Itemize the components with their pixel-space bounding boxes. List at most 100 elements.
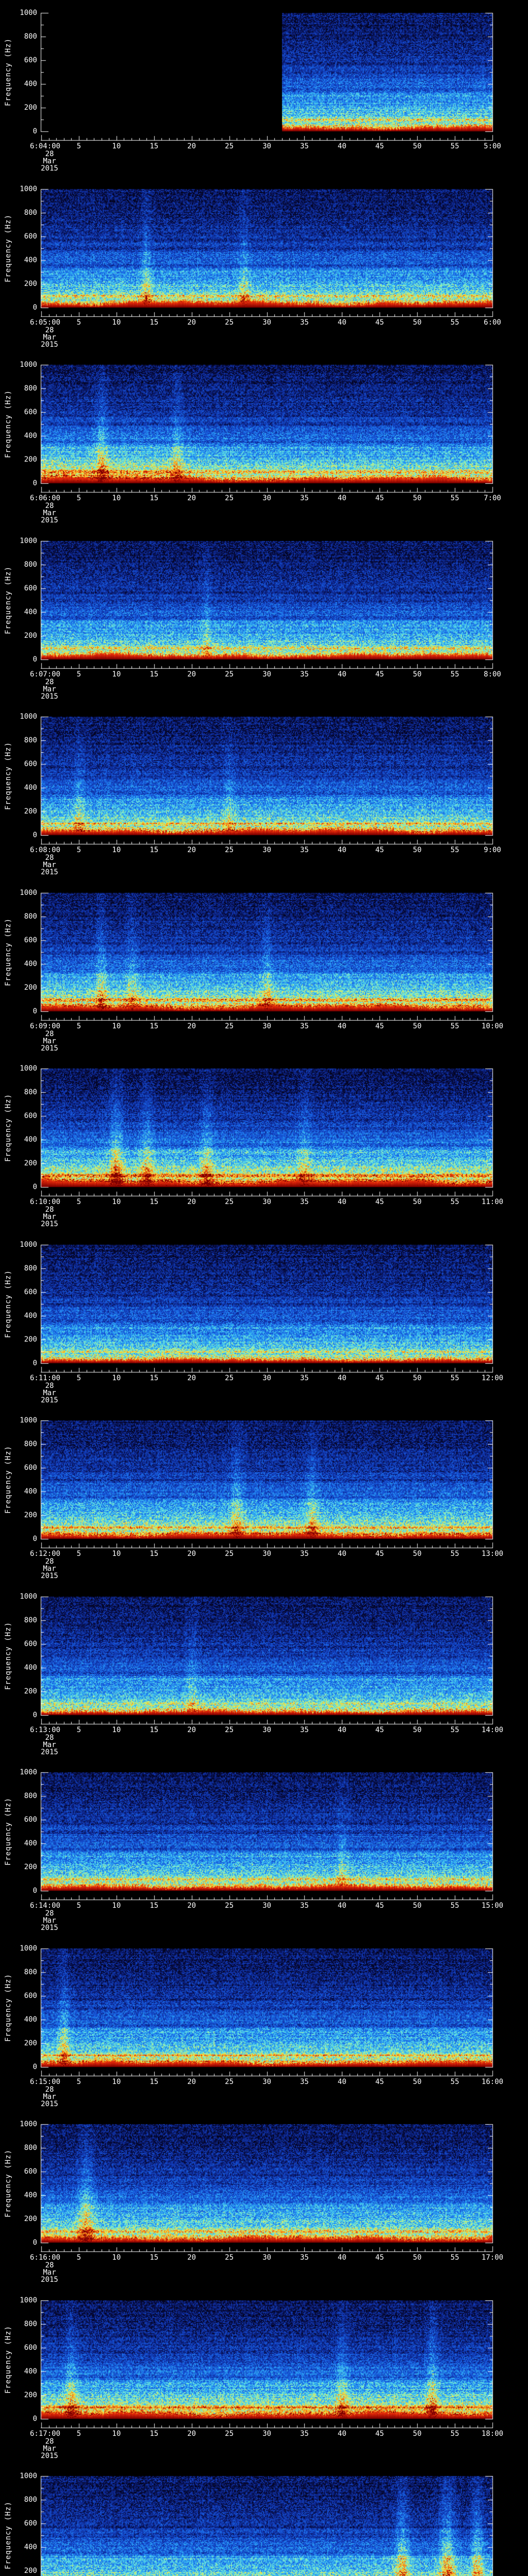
x-axis-date-year: 2015 [30, 869, 69, 876]
y-axis-tick-label: 0 [0, 2415, 37, 2422]
x-axis-tick-label: 30 [262, 846, 271, 854]
y-axis-tick-label: 800 [0, 209, 37, 216]
x-axis-end-time: 13:00 [482, 1550, 503, 1557]
x-axis-start-time: 6:08:00 [30, 846, 60, 854]
x-axis-tick-label: 20 [187, 1375, 196, 1382]
x-axis-end-time: 9:00 [484, 846, 501, 854]
x-axis-tick-label: 40 [338, 1023, 346, 1030]
x-axis-tick-label: 5 [77, 2254, 81, 2261]
y-axis-tick-label: 1000 [0, 2297, 37, 2304]
x-axis-tick-label: 55 [451, 1550, 459, 1557]
y-axis-tick-label: 600 [0, 1289, 37, 1296]
x-axis-tick-label: 55 [451, 143, 459, 150]
x-axis-tick-label: 15 [150, 2078, 158, 2086]
x-axis-tick-label: 35 [300, 846, 309, 854]
y-axis-tick-label: 600 [0, 1112, 37, 1120]
y-axis-tick-label: 600 [0, 585, 37, 592]
x-axis-tick-label: 25 [225, 1726, 234, 1734]
y-axis-title: Frequency (Hz) [4, 742, 12, 810]
x-axis-end-time: 14:00 [482, 1726, 503, 1734]
x-axis-tick-label: 45 [375, 1726, 384, 1734]
x-axis-tick-label: 50 [413, 671, 422, 678]
x-axis-tick-label: 15 [150, 1726, 158, 1734]
x-axis-tick-label: 25 [225, 2078, 234, 2086]
x-axis-tick-label: 25 [225, 143, 234, 150]
x-axis-date-year: 2015 [30, 1924, 69, 1931]
x-axis-start-time: 6:09:00 [30, 1023, 60, 1030]
x-axis-date-day: 28 [30, 150, 69, 158]
x-axis-start-time: 6:17:00 [30, 2430, 60, 2437]
x-axis-tick-label: 45 [375, 671, 384, 678]
y-axis-tick-label: 200 [0, 2215, 37, 2223]
x-axis-tick-label: 5 [77, 495, 81, 502]
y-axis-tick-label: 200 [0, 984, 37, 991]
x-axis-tick-label: 5 [77, 319, 81, 326]
y-axis-tick-label: 800 [0, 1089, 37, 1096]
y-axis-title: Frequency (Hz) [4, 2149, 12, 2217]
x-axis-date-day: 28 [30, 1558, 69, 1565]
x-axis-tick-label: 10 [112, 1198, 121, 1206]
y-axis-tick-label: 600 [0, 57, 37, 64]
x-axis-tick-label: 25 [225, 1550, 234, 1557]
x-axis-start-time: 6:13:00 [30, 1726, 60, 1734]
x-axis-start-time: 6:12:00 [30, 1550, 60, 1557]
x-axis-end-time: 8:00 [484, 671, 501, 678]
y-axis-tick-label: 800 [0, 385, 37, 392]
x-axis-tick-label: 15 [150, 1198, 158, 1206]
x-axis-tick-label: 25 [225, 1198, 234, 1206]
x-axis-tick-label: 30 [262, 143, 271, 150]
x-axis-date-year: 2015 [30, 2100, 69, 2108]
y-axis-tick-label: 800 [0, 1969, 37, 1976]
y-axis-tick-label: 800 [0, 737, 37, 744]
x-axis-tick-label: 55 [451, 2078, 459, 2086]
x-axis-start-time: 6:07:00 [30, 671, 60, 678]
y-axis-tick-label: 200 [0, 2567, 37, 2574]
x-axis-tick-label: 30 [262, 495, 271, 502]
y-axis-tick-label: 200 [0, 1336, 37, 1343]
x-axis-date-month: Mar [30, 510, 69, 517]
x-axis-tick-label: 5 [77, 1902, 81, 1909]
x-axis-tick-label: 55 [451, 1726, 459, 1734]
x-axis-end-time: 18:00 [482, 2430, 503, 2437]
x-axis-tick-label: 40 [338, 143, 346, 150]
x-axis-tick-label: 10 [112, 2254, 121, 2261]
x-axis-tick-label: 50 [413, 1023, 422, 1030]
x-axis-tick-label: 15 [150, 495, 158, 502]
x-axis-date-month: Mar [30, 686, 69, 693]
x-axis-date-day: 28 [30, 1382, 69, 1389]
y-axis-title: Frequency (Hz) [4, 1798, 12, 1866]
y-axis-tick-label: 600 [0, 1464, 37, 1471]
spectrogram-panel: Frequency (Hz) 1000800600400200051015202… [0, 1232, 528, 1408]
y-axis-tick-label: 800 [0, 2144, 37, 2151]
x-axis-tick-label: 55 [451, 319, 459, 326]
y-axis-tick-label: 400 [0, 1664, 37, 1671]
x-axis-tick-label: 10 [112, 671, 121, 678]
x-axis-tick-label: 50 [413, 1726, 422, 1734]
x-axis-tick-label: 5 [77, 1023, 81, 1030]
x-axis-tick-label: 25 [225, 846, 234, 854]
x-axis-tick-label: 15 [150, 143, 158, 150]
x-axis-date-day: 28 [30, 1734, 69, 1741]
x-axis-tick-label: 10 [112, 1902, 121, 1909]
x-axis-date-day: 28 [30, 327, 69, 334]
y-axis-tick-label: 400 [0, 1488, 37, 1495]
x-axis-tick-label: 10 [112, 1375, 121, 1382]
y-axis-tick-label: 0 [0, 832, 37, 839]
x-axis-date-month: Mar [30, 2445, 69, 2452]
x-axis-tick-label: 40 [338, 1198, 346, 1206]
spectrogram-panel: Frequency (Hz) 1000800600400200051015202… [0, 2287, 528, 2464]
x-axis-date-month: Mar [30, 1038, 69, 1045]
y-axis-tick-label: 1000 [0, 1065, 37, 1072]
spectrogram-panel: Frequency (Hz) 1000800600400200051015202… [0, 1759, 528, 1936]
x-axis-tick-label: 15 [150, 846, 158, 854]
x-axis-tick-label: 35 [300, 2430, 309, 2437]
x-axis-tick-label: 40 [338, 1726, 346, 1734]
x-axis-tick-label: 10 [112, 1550, 121, 1557]
x-axis-tick-label: 30 [262, 2430, 271, 2437]
x-axis-tick-label: 10 [112, 319, 121, 326]
y-axis-tick-label: 400 [0, 1136, 37, 1143]
x-axis-tick-label: 5 [77, 2078, 81, 2086]
x-axis-tick-label: 20 [187, 846, 196, 854]
x-axis-tick-label: 40 [338, 2078, 346, 2086]
x-axis-tick-label: 25 [225, 1902, 234, 1909]
